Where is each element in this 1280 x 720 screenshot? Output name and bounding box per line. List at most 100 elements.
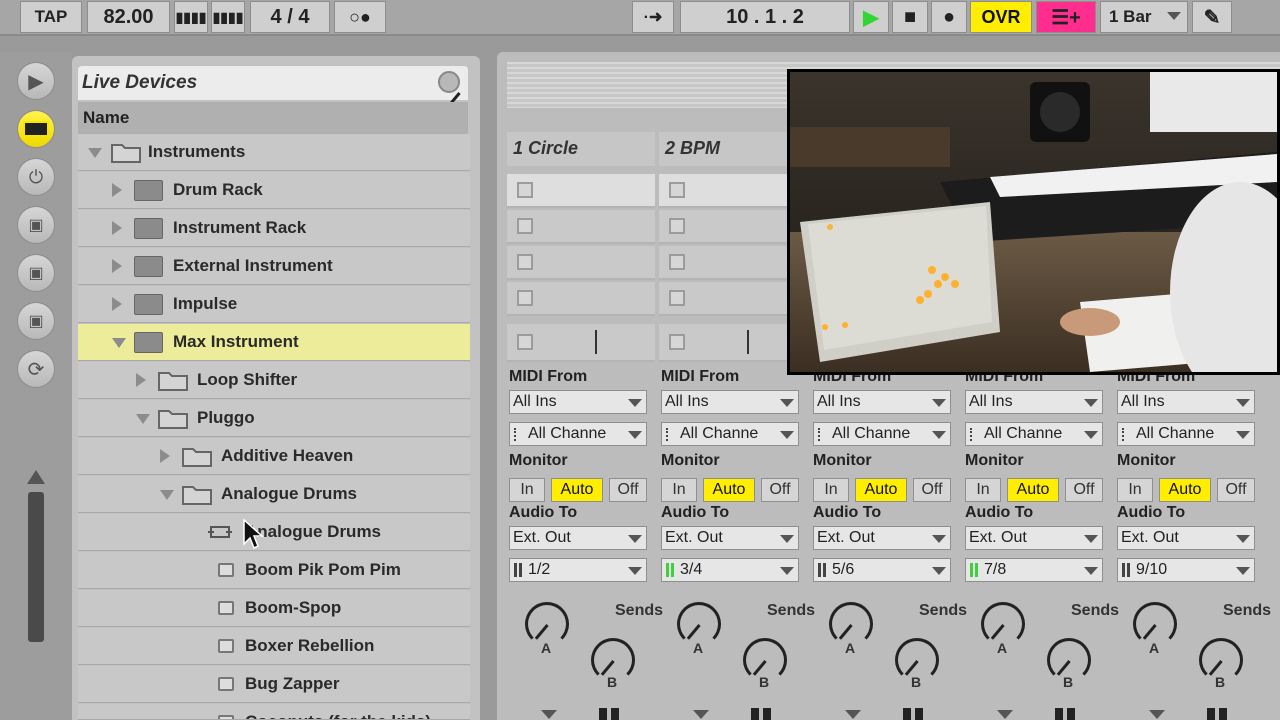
clip-stop-icon[interactable] (669, 254, 685, 270)
monitor-off-button[interactable]: Off (913, 478, 951, 502)
monitor-auto-button[interactable]: Auto (551, 478, 603, 502)
clip-slot[interactable] (659, 246, 807, 280)
monitor-auto-button[interactable]: Auto (1007, 478, 1059, 502)
track-stop-slot[interactable] (659, 324, 807, 362)
monitor-in-button[interactable]: In (509, 478, 545, 502)
clip-stop-icon[interactable] (669, 290, 685, 306)
collapsed-icon[interactable] (112, 183, 122, 197)
monitor-in-button[interactable]: In (813, 478, 849, 502)
draw-mode-button[interactable]: ✎ (1192, 1, 1232, 33)
monitor-auto-button[interactable]: Auto (703, 478, 755, 502)
tree-item-external-instrument[interactable]: External Instrument (78, 248, 470, 285)
nudge-down-button[interactable]: ▮▮▮▮ (174, 1, 208, 33)
chevron-down-icon[interactable] (845, 710, 861, 719)
midi-from-dropdown[interactable]: All Ins (661, 390, 799, 414)
tree-item-instruments[interactable]: Instruments (78, 134, 470, 171)
clip-slot[interactable] (659, 210, 807, 244)
chevron-down-icon[interactable] (541, 710, 557, 719)
midi-channel-dropdown[interactable]: All Channe (965, 422, 1103, 446)
places-3-button[interactable]: ▣ (17, 302, 55, 340)
clip-stop-icon[interactable] (517, 290, 533, 306)
tree-item-boom-pik-pom-pim[interactable]: Boom Pik Pom Pim (78, 552, 470, 589)
midi-channel-dropdown[interactable]: All Channe (1117, 422, 1255, 446)
monitor-in-button[interactable]: In (661, 478, 697, 502)
clip-stop-icon[interactable] (517, 218, 533, 234)
tree-item-drum-rack[interactable]: Drum Rack (78, 172, 470, 209)
output-channel-dropdown[interactable]: 3/4 (661, 558, 799, 582)
quantize-dropdown[interactable]: 1 Bar (1100, 1, 1188, 33)
expanded-icon[interactable] (88, 148, 102, 158)
expanded-icon[interactable] (112, 338, 126, 348)
show-browser-button[interactable]: ▶ (17, 62, 55, 100)
tree-item-coconuts[interactable]: Coconuts (for the kids) (78, 704, 470, 720)
monitor-auto-button[interactable]: Auto (1159, 478, 1211, 502)
clip-stop-icon[interactable] (517, 254, 533, 270)
audio-to-dropdown[interactable]: Ext. Out (965, 526, 1103, 550)
clip-stop-icon[interactable] (669, 218, 685, 234)
monitor-off-button[interactable]: Off (1217, 478, 1255, 502)
midi-channel-dropdown[interactable]: All Channe (509, 422, 647, 446)
live-devices-button[interactable] (17, 110, 55, 148)
output-channel-dropdown[interactable]: 7/8 (965, 558, 1103, 582)
tap-button[interactable]: TAP (20, 1, 82, 33)
output-channel-dropdown[interactable]: 9/10 (1117, 558, 1255, 582)
collapsed-icon[interactable] (112, 221, 122, 235)
scroll-thumb[interactable] (28, 492, 44, 642)
clip-slot[interactable] (659, 282, 807, 316)
name-column-header[interactable]: Name (78, 102, 468, 134)
tree-item-loop-shifter[interactable]: Loop Shifter (78, 362, 470, 399)
tree-item-bug-zapper[interactable]: Bug Zapper (78, 666, 470, 703)
midi-from-dropdown[interactable]: All Ins (509, 390, 647, 414)
monitor-in-button[interactable]: In (1117, 478, 1153, 502)
stop-button[interactable]: ■ (892, 1, 928, 33)
collapsed-icon[interactable] (136, 373, 146, 387)
track-header[interactable]: 1 Circle (507, 132, 655, 166)
tree-item-analogue-drums-folder[interactable]: Analogue Drums (78, 476, 470, 513)
song-position-field[interactable]: 10 . 1 . 2 (680, 1, 850, 33)
clip-stop-icon[interactable] (669, 334, 685, 350)
plugins-button[interactable]: ⏻ (17, 158, 55, 196)
time-signature-field[interactable]: 4 / 4 (250, 1, 330, 33)
midi-channel-dropdown[interactable]: All Channe (661, 422, 799, 446)
places-2-button[interactable]: ▣ (17, 254, 55, 292)
clip-slot[interactable] (507, 210, 655, 244)
tree-item-pluggo[interactable]: Pluggo (78, 400, 470, 437)
midi-from-dropdown[interactable]: All Ins (1117, 390, 1255, 414)
tree-item-max-instrument[interactable]: Max Instrument (78, 324, 470, 361)
monitor-off-button[interactable]: Off (609, 478, 647, 502)
clip-stop-icon[interactable] (517, 182, 533, 198)
chevron-down-icon[interactable] (693, 710, 709, 719)
track-header[interactable]: 2 BPM (659, 132, 807, 166)
audio-to-dropdown[interactable]: Ext. Out (813, 526, 951, 550)
monitor-off-button[interactable]: Off (761, 478, 799, 502)
chevron-down-icon[interactable] (1149, 710, 1165, 719)
audio-to-dropdown[interactable]: Ext. Out (509, 526, 647, 550)
play-button[interactable]: ▶ (853, 1, 889, 33)
output-channel-dropdown[interactable]: 1/2 (509, 558, 647, 582)
record-button[interactable]: ● (931, 1, 967, 33)
expanded-icon[interactable] (160, 490, 174, 500)
midi-from-dropdown[interactable]: All Ins (813, 390, 951, 414)
monitor-in-button[interactable]: In (965, 478, 1001, 502)
collapsed-icon[interactable] (160, 449, 170, 463)
tempo-field[interactable]: 82.00 (87, 1, 170, 33)
tree-item-boxer-rebellion[interactable]: Boxer Rebellion (78, 628, 470, 665)
nudge-up-button[interactable]: ▮▮▮▮ (211, 1, 245, 33)
metronome-button[interactable]: ○● (334, 1, 386, 33)
tree-item-instrument-rack[interactable]: Instrument Rack (78, 210, 470, 247)
browser-scrollbar[interactable] (27, 470, 45, 650)
output-channel-dropdown[interactable]: 5/6 (813, 558, 951, 582)
search-icon[interactable] (438, 71, 460, 93)
midi-channel-dropdown[interactable]: All Channe (813, 422, 951, 446)
midi-from-dropdown[interactable]: All Ins (965, 390, 1103, 414)
overdub-button[interactable]: OVR (970, 1, 1032, 33)
clip-stop-icon[interactable] (669, 182, 685, 198)
tree-item-impulse[interactable]: Impulse (78, 286, 470, 323)
tree-item-analogue-drums-device[interactable]: Analogue Drums (78, 514, 470, 551)
clip-slot[interactable] (507, 246, 655, 280)
tree-item-boom-spop[interactable]: Boom-Spop (78, 590, 470, 627)
clip-slot[interactable] (507, 282, 655, 316)
collapsed-icon[interactable] (112, 259, 122, 273)
clip-slot[interactable] (659, 174, 807, 208)
audio-to-dropdown[interactable]: Ext. Out (1117, 526, 1255, 550)
